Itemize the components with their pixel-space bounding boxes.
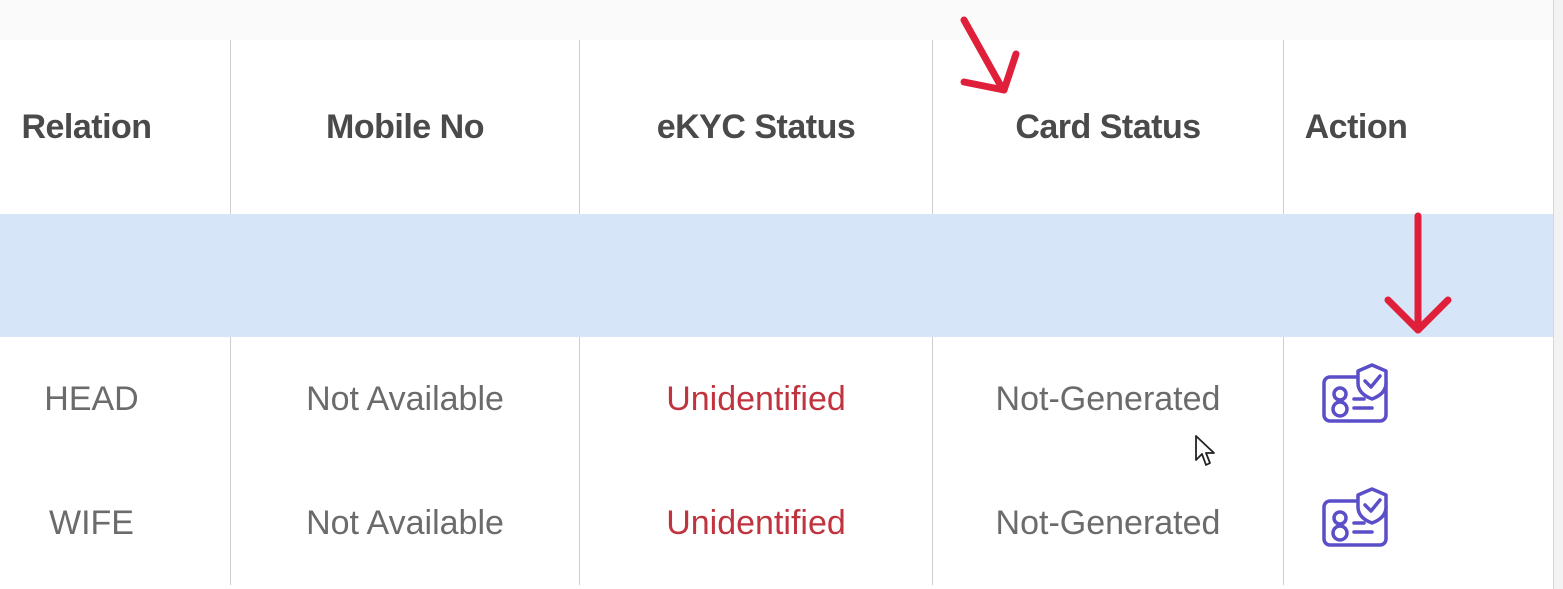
id-card-shield-icon[interactable] (1320, 486, 1392, 551)
ekyc-status-cell: Unidentified (579, 461, 933, 585)
mouse-cursor-icon (1195, 435, 1215, 466)
table-header-row: Relation Mobile No eKYC Status Card Stat… (0, 40, 1554, 214)
action-cell (1283, 337, 1554, 461)
family-group-row[interactable] (0, 214, 1554, 337)
ekyc-table-view: Relation Mobile No eKYC Status Card Stat… (0, 0, 1563, 589)
header-relation: Relation (0, 40, 231, 214)
family-group-cell[interactable] (0, 214, 1554, 337)
mobile-cell: Not Available (230, 337, 580, 461)
ekyc-status-cell: Unidentified (579, 337, 933, 461)
scrollbar-track[interactable] (1553, 0, 1563, 589)
header-action: Action (1283, 40, 1554, 214)
card-status-cell: Not-Generated (932, 337, 1284, 461)
card-status-cell: Not-Generated (932, 461, 1284, 585)
header-card-status: Card Status (932, 40, 1284, 214)
mobile-cell: Not Available (230, 461, 580, 585)
relation-cell: WIFE (0, 461, 231, 585)
header-ekyc-status: eKYC Status (579, 40, 933, 214)
top-toolbar-strip (0, 0, 1553, 41)
header-mobile-no: Mobile No (230, 40, 580, 214)
beneficiary-table: Relation Mobile No eKYC Status Card Stat… (0, 40, 1554, 585)
table-row: HEAD Not Available Unidentified Not-Gene… (0, 337, 1554, 461)
table-row: WIFE Not Available Unidentified Not-Gene… (0, 461, 1554, 585)
id-card-shield-icon[interactable] (1320, 362, 1392, 427)
action-cell (1283, 461, 1554, 585)
relation-cell: HEAD (0, 337, 231, 461)
